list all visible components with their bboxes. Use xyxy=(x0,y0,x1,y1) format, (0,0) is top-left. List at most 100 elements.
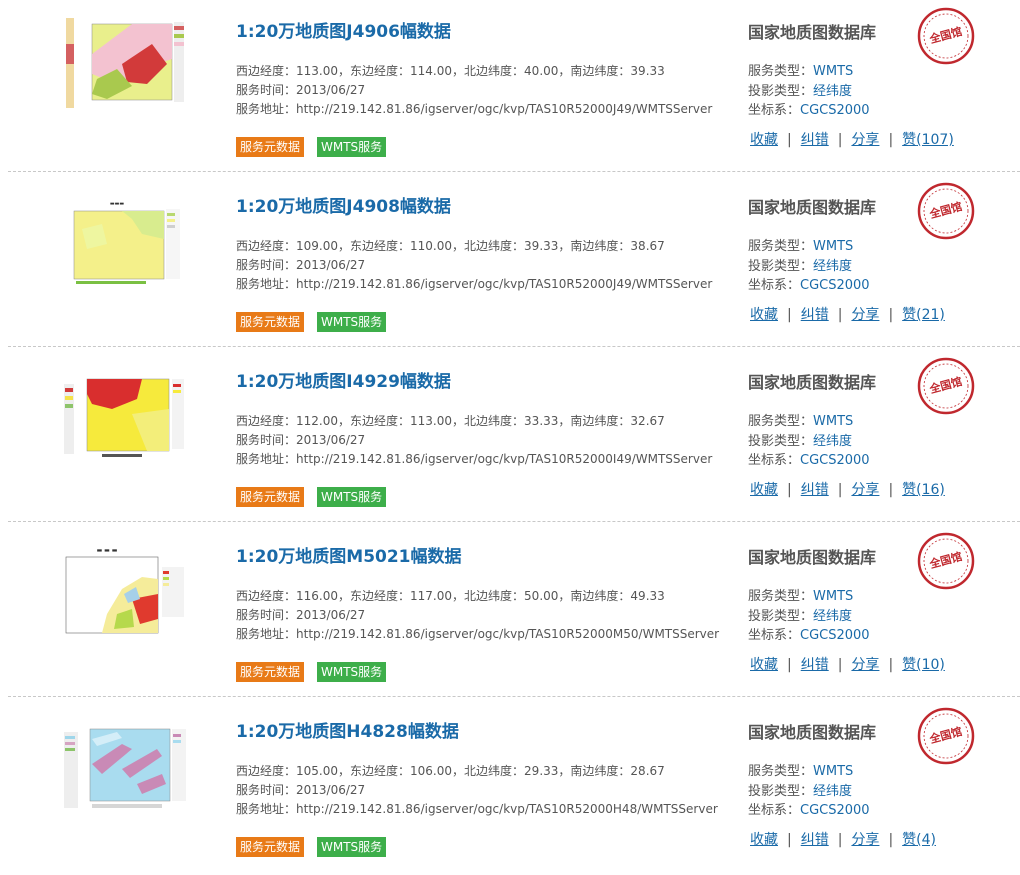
label-projection: 投影类型： xyxy=(748,609,814,624)
service-type-value: WMTS xyxy=(813,589,854,604)
crs-value: CGCS2000 xyxy=(800,103,870,118)
east-value: 117.00 xyxy=(410,589,453,603)
map-thumbnail[interactable]: ▬▬▬ xyxy=(62,189,192,289)
label-north: ，北边纬度： xyxy=(452,589,525,603)
north-value: 39.33 xyxy=(524,239,559,253)
correct-link[interactable]: 纠错 xyxy=(801,657,829,673)
list-item: 1:20万地质图I4929幅数据 西边经度：112.00，东边经度：113.00… xyxy=(0,350,1020,525)
service-address: 服务地址：http://219.142.81.86/igserver/ogc/k… xyxy=(236,800,718,817)
divider: | xyxy=(837,482,843,498)
list-item: ▬ ▬ ▬ 1:20万地质图M5021幅数据 西边经度：116.00，东边经度：… xyxy=(0,525,1020,700)
database-name: 国家地质图数据库 xyxy=(748,198,877,217)
label-east: ，东边经度： xyxy=(338,239,411,253)
service-type-value: WMTS xyxy=(813,414,854,429)
collect-link[interactable]: 收藏 xyxy=(750,307,778,323)
east-value: 113.00 xyxy=(410,414,453,428)
map-thumbnail[interactable] xyxy=(62,714,192,814)
label-time: 服务时间： xyxy=(236,83,297,97)
svg-text:全国馆: 全国馆 xyxy=(927,199,963,221)
database-name: 国家地质图数据库 xyxy=(748,373,877,392)
wmts-service-button[interactable]: WMTS服务 xyxy=(317,837,387,857)
like-label: 赞 xyxy=(902,307,917,323)
label-north: ，北边纬度： xyxy=(452,64,525,78)
north-value: 33.33 xyxy=(524,414,559,428)
east-value: 106.00 xyxy=(410,764,453,778)
collect-link[interactable]: 收藏 xyxy=(750,132,778,148)
correct-link[interactable]: 纠错 xyxy=(801,307,829,323)
collect-link[interactable]: 收藏 xyxy=(750,482,778,498)
seal-stamp-icon: 全国馆 xyxy=(917,7,975,65)
wmts-service-button[interactable]: WMTS服务 xyxy=(317,662,387,682)
service-type: 服务类型：WMTS xyxy=(748,410,853,429)
coordinate-system: 坐标系：CGCS2000 xyxy=(748,799,870,818)
projection-type: 投影类型：经纬度 xyxy=(748,605,852,624)
map-thumbnail[interactable] xyxy=(62,364,192,464)
wmts-service-button[interactable]: WMTS服务 xyxy=(317,487,387,507)
label-service-type: 服务类型： xyxy=(748,764,814,779)
label-addr: 服务地址： xyxy=(236,102,297,116)
wmts-service-button[interactable]: WMTS服务 xyxy=(317,137,387,157)
divider-line xyxy=(8,696,1020,697)
collect-link[interactable]: 收藏 xyxy=(750,832,778,848)
crs-value: CGCS2000 xyxy=(800,628,870,643)
label-east: ，东边经度： xyxy=(338,64,411,78)
correct-link[interactable]: 纠错 xyxy=(801,832,829,848)
share-link[interactable]: 分享 xyxy=(851,832,879,848)
service-address: 服务地址：http://219.142.81.86/igserver/ogc/k… xyxy=(236,275,712,292)
north-value: 29.33 xyxy=(524,764,559,778)
svg-text:▬ ▬ ▬: ▬ ▬ ▬ xyxy=(97,547,118,554)
label-north: ，北边纬度： xyxy=(452,764,525,778)
dataset-title[interactable]: 1:20万地质图M5021幅数据 xyxy=(236,542,462,567)
like-link[interactable]: 赞(16) xyxy=(902,482,945,498)
like-link[interactable]: 赞(21) xyxy=(902,307,945,323)
like-label: 赞 xyxy=(902,482,917,498)
wmts-service-button[interactable]: WMTS服务 xyxy=(317,312,387,332)
share-link[interactable]: 分享 xyxy=(851,132,879,148)
service-address: 服务地址：http://219.142.81.86/igserver/ogc/k… xyxy=(236,625,719,642)
share-link[interactable]: 分享 xyxy=(851,657,879,673)
correct-link[interactable]: 纠错 xyxy=(801,132,829,148)
divider: | xyxy=(888,832,894,848)
label-north: ，北边纬度： xyxy=(452,414,525,428)
south-value: 39.33 xyxy=(630,64,665,78)
coordinates: 西边经度：113.00，东边经度：114.00，北边纬度：40.00，南边纬度：… xyxy=(236,62,665,79)
database-name: 国家地质图数据库 xyxy=(748,548,877,567)
service-metadata-button[interactable]: 服务元数据 xyxy=(236,312,305,332)
action-bar: 收藏 | 纠错 | 分享 | 赞(107) xyxy=(750,129,954,149)
coordinate-system: 坐标系：CGCS2000 xyxy=(748,274,870,293)
service-type: 服务类型：WMTS xyxy=(748,60,853,79)
dataset-title[interactable]: 1:20万地质图J4906幅数据 xyxy=(236,17,451,42)
service-metadata-button[interactable]: 服务元数据 xyxy=(236,137,305,157)
action-bar: 收藏 | 纠错 | 分享 | 赞(21) xyxy=(750,304,945,324)
share-link[interactable]: 分享 xyxy=(851,307,879,323)
dataset-title[interactable]: 1:20万地质图I4929幅数据 xyxy=(236,367,451,392)
service-metadata-button[interactable]: 服务元数据 xyxy=(236,487,305,507)
service-metadata-button[interactable]: 服务元数据 xyxy=(236,662,305,682)
correct-link[interactable]: 纠错 xyxy=(801,482,829,498)
list-item: 1:20万地质图J4906幅数据 西边经度：113.00，东边经度：114.00… xyxy=(0,0,1020,175)
like-link[interactable]: 赞(107) xyxy=(902,132,954,148)
dataset-title[interactable]: 1:20万地质图H4828幅数据 xyxy=(236,717,459,742)
share-link[interactable]: 分享 xyxy=(851,482,879,498)
collect-link[interactable]: 收藏 xyxy=(750,657,778,673)
like-count: (107) xyxy=(916,132,954,148)
seal-stamp-icon: 全国馆 xyxy=(917,532,975,590)
like-link[interactable]: 赞(4) xyxy=(902,832,936,848)
label-south: ，南边纬度： xyxy=(558,414,631,428)
label-crs: 坐标系： xyxy=(748,803,801,818)
projection-type: 投影类型：经纬度 xyxy=(748,430,852,449)
service-type-value: WMTS xyxy=(813,64,854,79)
seal-stamp-icon: 全国馆 xyxy=(917,182,975,240)
time-value: 2013/06/27 xyxy=(296,258,366,272)
map-thumbnail[interactable] xyxy=(62,14,192,114)
west-value: 112.00 xyxy=(296,414,339,428)
time-value: 2013/06/27 xyxy=(296,433,366,447)
svg-text:全国馆: 全国馆 xyxy=(927,549,963,571)
service-metadata-button[interactable]: 服务元数据 xyxy=(236,837,305,857)
like-count: (10) xyxy=(916,657,945,673)
dataset-title[interactable]: 1:20万地质图J4908幅数据 xyxy=(236,192,451,217)
like-link[interactable]: 赞(10) xyxy=(902,657,945,673)
label-west: 西边经度： xyxy=(236,414,297,428)
map-thumbnail[interactable]: ▬ ▬ ▬ xyxy=(62,539,192,639)
divider: | xyxy=(837,132,843,148)
